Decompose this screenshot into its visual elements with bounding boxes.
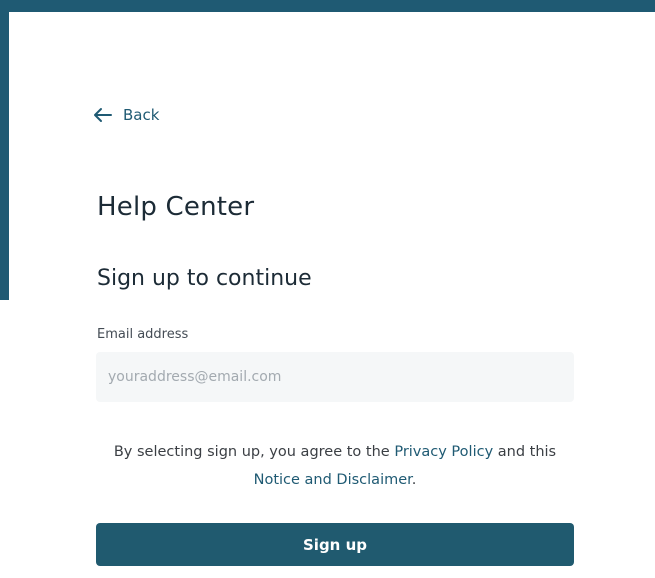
agreement-suffix: .	[411, 472, 417, 488]
page-title: Help Center	[97, 192, 255, 222]
top-accent-bar	[0, 0, 655, 12]
agreement-mid: and this	[493, 444, 557, 460]
arrow-left-icon	[93, 107, 113, 123]
agreement-text: By selecting sign up, you agree to the P…	[96, 438, 574, 494]
page-frame: Back Help Center Sign up to continue Ema…	[0, 0, 655, 578]
left-accent-bar	[0, 0, 9, 300]
email-label: Email address	[97, 327, 189, 342]
form-subtitle: Sign up to continue	[97, 266, 312, 291]
back-link[interactable]: Back	[93, 106, 159, 124]
back-label: Back	[123, 106, 160, 124]
notice-disclaimer-link[interactable]: Notice and Disclaimer	[254, 472, 412, 488]
email-field[interactable]	[96, 352, 574, 402]
agreement-prefix: By selecting sign up, you agree to the	[113, 444, 395, 460]
signup-button[interactable]: Sign up	[96, 523, 574, 566]
privacy-policy-link[interactable]: Privacy Policy	[394, 444, 493, 460]
